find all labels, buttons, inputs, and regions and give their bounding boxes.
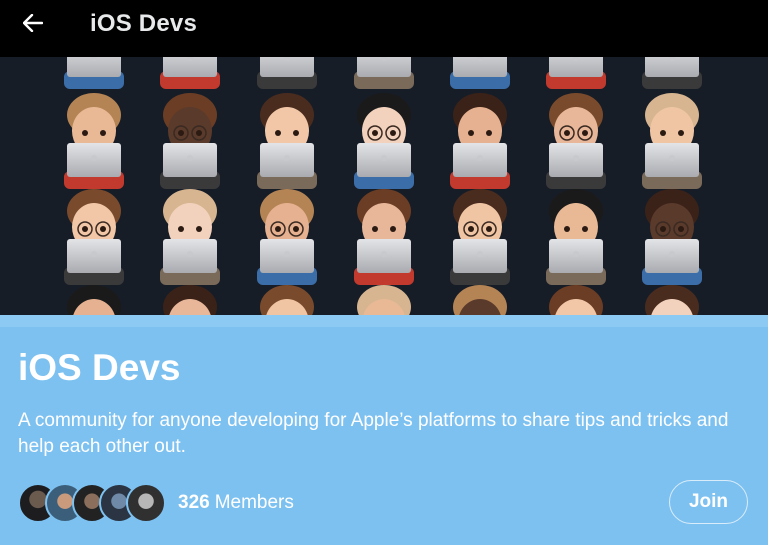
memoji-tile: [160, 57, 220, 89]
memoji-tile: [257, 93, 317, 189]
community-banner-image: [0, 57, 768, 315]
memoji-grid-illustration: [64, 57, 702, 315]
memoji-tile: [546, 93, 606, 189]
memoji-tile: [64, 93, 124, 189]
memoji-tile: [642, 189, 702, 285]
memoji-tile: [257, 189, 317, 285]
panel-top-strip: [0, 315, 768, 327]
memoji-tile: [354, 93, 414, 189]
memoji-tile: [354, 189, 414, 285]
memoji-tile: [260, 285, 314, 315]
memoji-tile: [163, 285, 217, 315]
memoji-tile: [257, 57, 317, 89]
member-count-number: 326: [178, 492, 210, 513]
memoji-tile: [453, 285, 507, 315]
memoji-tile: [160, 93, 220, 189]
memoji-tile: [160, 189, 220, 285]
community-info-panel: iOS Devs A community for anyone developi…: [0, 315, 768, 545]
community-description: A community for anyone developing for Ap…: [18, 410, 729, 457]
memoji-tile: [64, 57, 124, 89]
memoji-tile: [549, 285, 603, 315]
arrow-left-icon: [22, 13, 44, 37]
memoji-tile: [64, 189, 124, 285]
memoji-tile: [642, 93, 702, 189]
memoji-tile: [67, 285, 121, 315]
memoji-tile: [450, 57, 510, 89]
memoji-tile: [546, 57, 606, 89]
back-button[interactable]: [14, 8, 52, 42]
memoji-tile: [546, 189, 606, 285]
avatar[interactable]: [126, 483, 166, 523]
memoji-tile: [645, 285, 699, 315]
top-bar: iOS Devs: [0, 0, 768, 57]
memoji-tile: [354, 57, 414, 89]
join-button[interactable]: Join: [669, 480, 748, 524]
member-count[interactable]: 326 Members: [178, 492, 294, 514]
memoji-tile: [357, 285, 411, 315]
memoji-tile: [642, 57, 702, 89]
memoji-tile: [450, 93, 510, 189]
member-count-label: Members: [214, 492, 294, 513]
page-title: iOS Devs: [90, 10, 197, 37]
community-name: iOS Devs: [18, 347, 181, 388]
memoji-tile: [450, 189, 510, 285]
member-avatars[interactable]: [18, 483, 168, 523]
